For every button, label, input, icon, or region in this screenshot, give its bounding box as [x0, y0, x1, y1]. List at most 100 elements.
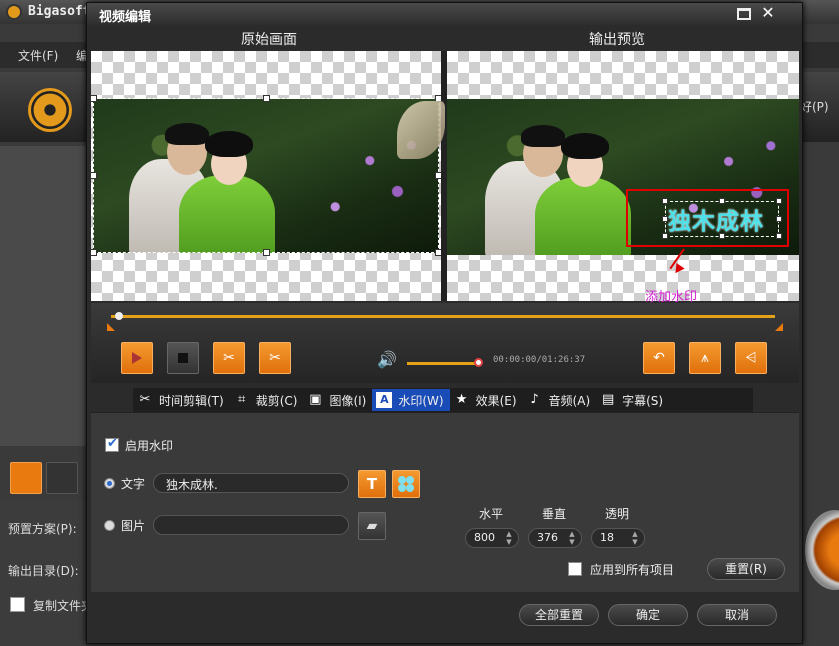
time-display: 00:00:00/01:26:37 — [493, 355, 586, 365]
music-note-icon: ♪ — [530, 392, 539, 407]
output-preview-label: 输出预览 — [589, 32, 645, 48]
original-view-label: 原始画面 — [241, 32, 297, 48]
dialog-title: 视频编辑 — [99, 10, 152, 25]
crop-handle[interactable] — [263, 249, 270, 256]
cut-button[interactable]: ✂ — [213, 342, 245, 374]
timeline-track[interactable] — [111, 315, 775, 318]
text-mode-radio[interactable] — [104, 478, 115, 489]
watermark-bounding-box[interactable] — [665, 201, 779, 237]
stop-button[interactable] — [167, 342, 199, 374]
scene-woman — [535, 177, 631, 255]
watermark-handle[interactable] — [776, 233, 782, 239]
split-scissors-icon: ✂ — [269, 350, 281, 366]
volume-knob[interactable] — [474, 358, 483, 367]
crop-handle[interactable] — [90, 95, 97, 102]
dialog-titlebar — [87, 3, 802, 25]
tab-label: 图像(I) — [329, 393, 367, 408]
play-icon — [132, 352, 142, 364]
spinner-arrows-icon[interactable]: ▲ ▼ — [504, 530, 514, 546]
menu-file[interactable]: 文件(F) — [18, 47, 58, 64]
trim-start-marker[interactable] — [107, 323, 115, 331]
file-list-panel — [0, 146, 90, 446]
crop-icon: ⌗ — [238, 392, 246, 407]
copy-folder-checkbox[interactable] — [10, 597, 25, 612]
text-mode-label: 文字 — [121, 477, 146, 491]
browse-image-button[interactable]: ▰ — [358, 512, 386, 540]
watermark-highlight-box: 独木成林 — [626, 189, 789, 247]
crop-handle[interactable] — [263, 95, 270, 102]
tab-watermark[interactable]: A 水印(W) — [372, 389, 450, 411]
app-logo-icon — [6, 4, 22, 20]
spinner-arrows-icon[interactable]: ▲ ▼ — [567, 530, 577, 546]
split-button[interactable]: ✂ — [259, 342, 291, 374]
enable-watermark-checkbox[interactable] — [105, 436, 119, 452]
color-palette-icon — [398, 476, 414, 492]
tab-subtitle[interactable]: ▤ 字幕(S) — [596, 389, 669, 411]
close-icon[interactable]: ✕ — [759, 4, 777, 22]
flip-horizontal-button[interactable]: ⩤ — [735, 342, 767, 374]
undo-button[interactable]: ↶ — [643, 342, 675, 374]
spinner-arrows-icon[interactable]: ▲ ▼ — [630, 530, 640, 546]
watermark-text-field[interactable]: 独木成林. — [153, 473, 349, 493]
watermark-handle[interactable] — [719, 233, 725, 239]
tab-crop[interactable]: ⌗ 裁剪(C) — [230, 389, 304, 411]
crop-selection-box[interactable] — [90, 95, 442, 256]
watermark-image-field[interactable] — [153, 515, 349, 535]
ok-button[interactable]: 确定 — [608, 604, 688, 626]
enable-watermark-label: 启用水印 — [125, 439, 174, 453]
transparency-label: 透明 — [605, 507, 630, 521]
scene-man-hair — [521, 125, 565, 147]
scene-woman-hair — [561, 133, 609, 159]
volume-slider[interactable] — [407, 362, 479, 365]
flip-vertical-button[interactable]: ⩚ — [689, 342, 721, 374]
film-reel-icon[interactable] — [28, 88, 72, 132]
reset-button[interactable]: 重置(R) — [707, 558, 785, 580]
tab-label: 字幕(S) — [622, 393, 664, 408]
tab-label: 音频(A) — [548, 393, 591, 408]
play-button[interactable] — [121, 342, 153, 374]
reset-all-button[interactable]: 全部重置 — [519, 604, 599, 626]
tab-label: 效果(E) — [475, 393, 517, 408]
watermark-handle[interactable] — [662, 216, 668, 222]
watermark-handle[interactable] — [662, 233, 668, 239]
tab-audio[interactable]: ♪ 音频(A) — [523, 389, 597, 411]
edit-tabbar: ✂ 时间剪辑(T) ⌗ 裁剪(C) ▣ 图像(I) A 水印(W) ★ 效果(E… — [133, 388, 753, 412]
tab-effect[interactable]: ★ 效果(E) — [450, 389, 523, 411]
timeline-playhead[interactable] — [115, 312, 123, 320]
maximize-icon[interactable] — [737, 8, 751, 20]
tab-image[interactable]: ▣ 图像(I) — [303, 389, 372, 411]
watermark-handle[interactable] — [719, 198, 725, 204]
vertical-label: 垂直 — [542, 507, 567, 521]
folder-icon: ▰ — [366, 518, 378, 534]
tab-trim[interactable]: ✂ 时间剪辑(T) — [133, 389, 230, 411]
color-button[interactable] — [392, 470, 420, 498]
output-dir-label: 输出目录(D): — [8, 564, 79, 578]
main-play-button[interactable] — [10, 462, 42, 494]
horizontal-spinner[interactable]: 800 ▲ ▼ — [465, 528, 519, 548]
scissors-icon: ✂ — [223, 350, 235, 366]
transparency-spinner[interactable]: 18 ▲ ▼ — [591, 528, 645, 548]
menu-preferences[interactable]: 好(P) — [800, 98, 829, 115]
trim-end-marker[interactable] — [775, 323, 783, 331]
watermark-settings-panel: 启用水印 文字 独木成林. T 图片 ▰ 水平 垂直 透明 800 ▲▼ 376… — [91, 412, 799, 592]
vertical-value: 376 — [537, 531, 558, 544]
watermark-handle[interactable] — [776, 198, 782, 204]
crop-handle[interactable] — [90, 249, 97, 256]
crop-handle[interactable] — [90, 172, 97, 179]
tab-label: 裁剪(C) — [255, 393, 298, 408]
cancel-button[interactable]: 取消 — [697, 604, 777, 626]
tab-label: 水印(W) — [398, 393, 444, 408]
image-mode-radio[interactable] — [104, 520, 115, 531]
image-mode-label: 图片 — [121, 519, 146, 533]
star-icon: ★ — [455, 392, 468, 407]
watermark-handle[interactable] — [776, 216, 782, 222]
main-stop-button[interactable] — [46, 462, 78, 494]
image-icon: ▣ — [309, 392, 322, 407]
scissors-icon: ✂ — [139, 392, 151, 407]
watermark-handle[interactable] — [662, 198, 668, 204]
stop-icon — [178, 353, 188, 363]
font-button[interactable]: T — [358, 470, 386, 498]
vertical-spinner[interactable]: 376 ▲ ▼ — [528, 528, 582, 548]
apply-all-checkbox[interactable] — [568, 562, 582, 576]
volume-icon[interactable]: 🔊 — [377, 350, 401, 369]
